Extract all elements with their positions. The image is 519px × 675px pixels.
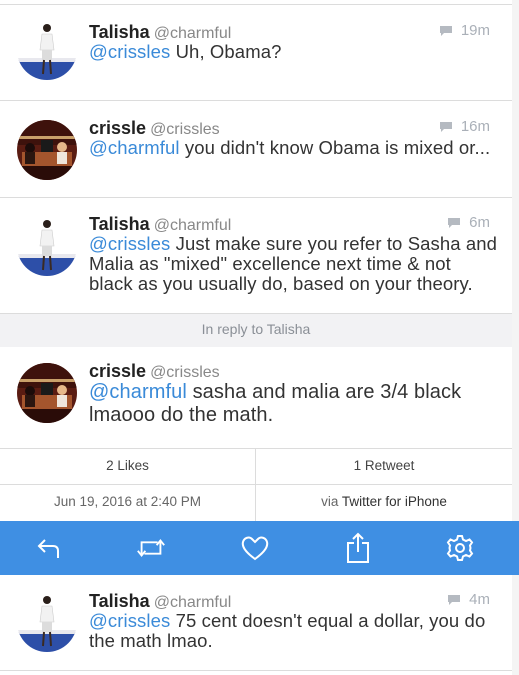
display-name[interactable]: crissle xyxy=(89,118,146,138)
reply-bubble-icon xyxy=(448,217,461,228)
user-line: crissle @crissles xyxy=(89,118,220,139)
divider xyxy=(0,484,512,485)
tweet[interactable]: crissle @crissles 16m @charmful you didn'… xyxy=(0,101,512,197)
tweet-text: @crissles Uh, Obama? xyxy=(89,42,499,62)
time-label: 6m xyxy=(469,214,490,231)
reply-bubble-icon xyxy=(439,121,452,132)
focused-tweet: crissle @crissles @charmful sasha and mal… xyxy=(0,347,512,447)
avatar[interactable] xyxy=(17,363,77,423)
likes-count[interactable]: 2 Likes xyxy=(0,458,255,473)
mention-link[interactable]: @charmful xyxy=(89,381,187,403)
user-line: crissle @crissles xyxy=(89,361,220,382)
retweet-button[interactable] xyxy=(135,533,167,563)
tweet[interactable]: Talisha @charmful 19m @crissles Uh, Obama… xyxy=(0,5,512,100)
reply-button[interactable] xyxy=(32,533,64,563)
time-label: 19m xyxy=(460,22,490,39)
share-button[interactable] xyxy=(342,532,374,563)
tweet[interactable]: Talisha @charmful 4m @crissles 75 cent do… xyxy=(0,575,512,670)
via-prefix: via xyxy=(321,494,342,509)
settings-icon xyxy=(446,535,474,561)
avatar[interactable] xyxy=(17,592,77,652)
tweet[interactable]: Talisha @charmful 6m @crissles Just make … xyxy=(0,198,512,313)
retweet-icon xyxy=(137,538,165,558)
avatar[interactable] xyxy=(17,216,77,276)
timestamp: 6m xyxy=(447,214,490,231)
tweet-text: @crissles 75 cent doesn't equal a dollar… xyxy=(89,611,499,651)
tweet-date: Jun 19, 2016 at 2:40 PM xyxy=(53,494,202,509)
user-handle[interactable]: @charmful xyxy=(154,25,232,42)
timestamp: 16m xyxy=(439,118,490,135)
like-button[interactable] xyxy=(239,533,271,563)
user-handle[interactable]: @crissles xyxy=(150,121,220,138)
mention-link[interactable]: @crissles xyxy=(89,610,170,631)
settings-button[interactable] xyxy=(444,533,476,563)
time-label: 4m xyxy=(469,591,490,608)
share-icon xyxy=(347,532,369,563)
reply-bubble-icon xyxy=(439,25,452,36)
time-label: 16m xyxy=(460,118,490,135)
mention-link[interactable]: @charmful xyxy=(89,137,180,158)
display-name[interactable]: Talisha xyxy=(89,214,150,234)
user-handle[interactable]: @charmful xyxy=(154,594,232,611)
avatar[interactable] xyxy=(17,120,77,180)
user-line: Talisha @charmful xyxy=(89,591,231,612)
mention-link[interactable]: @crissles xyxy=(89,41,170,62)
user-line: Talisha @charmful xyxy=(89,214,231,235)
like-icon xyxy=(241,536,269,561)
mention-link[interactable]: @crissles xyxy=(89,233,170,254)
user-line: Talisha @charmful xyxy=(89,22,231,43)
reply-bubble-icon xyxy=(448,594,461,605)
tweet-body: Uh, Obama? xyxy=(170,41,282,62)
in-reply-to-banner[interactable]: In reply to Talisha xyxy=(0,313,512,348)
divider xyxy=(0,448,512,449)
tweet-body: you didn't know Obama is mixed or... xyxy=(179,137,491,158)
user-handle[interactable]: @crissles xyxy=(150,364,220,381)
user-handle[interactable]: @charmful xyxy=(154,217,232,234)
timestamp: 4m xyxy=(447,591,490,608)
display-name[interactable]: crissle xyxy=(89,361,146,381)
display-name[interactable]: Talisha xyxy=(89,22,150,42)
reply-icon xyxy=(37,539,59,558)
tweet-text: @charmful you didn't know Obama is mixed… xyxy=(89,138,499,158)
tweet-text: @crissles Just make sure you refer to Sa… xyxy=(89,234,499,294)
action-toolbar xyxy=(0,521,519,575)
divider xyxy=(0,670,512,671)
tweet-text: @charmful sasha and malia are 3/4 black … xyxy=(89,381,499,427)
tweet-source: via Twitter for iPhone xyxy=(256,494,512,509)
retweets-count[interactable]: 1 Retweet xyxy=(256,458,512,473)
source-app-link[interactable]: Twitter for iPhone xyxy=(342,494,447,509)
timestamp: 19m xyxy=(439,22,490,39)
display-name[interactable]: Talisha xyxy=(89,591,150,611)
avatar[interactable] xyxy=(17,20,77,80)
